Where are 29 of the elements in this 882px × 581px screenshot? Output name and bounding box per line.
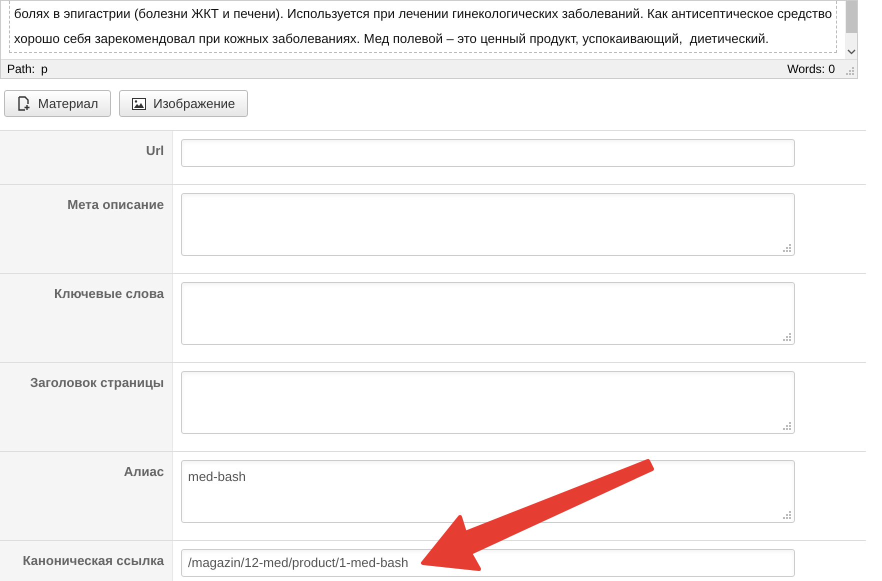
article-button[interactable]: Материал xyxy=(4,90,112,117)
text-area[interactable] xyxy=(181,371,795,434)
resize-grip-icon[interactable] xyxy=(783,422,791,430)
scroll-down-icon[interactable] xyxy=(846,49,856,55)
field-label: Каноническая ссылка xyxy=(22,552,164,570)
scrollbar[interactable] xyxy=(845,1,857,59)
resize-grip-icon[interactable] xyxy=(783,244,791,252)
text-field[interactable] xyxy=(181,139,795,167)
resize-grip-icon[interactable] xyxy=(846,67,854,75)
text-field[interactable]: /magazin/12-med/product/1-med-bash xyxy=(181,549,795,577)
field-label: Ключевые слова xyxy=(54,285,164,303)
resize-grip-icon[interactable] xyxy=(783,333,791,341)
field-label: Алиас xyxy=(124,463,164,481)
field-label: Мета описание xyxy=(67,196,164,214)
path-value: p xyxy=(41,61,48,78)
field-label: Url xyxy=(146,142,164,160)
text-area[interactable] xyxy=(181,282,795,345)
text-area[interactable] xyxy=(181,193,795,256)
word-count: Words: 0 xyxy=(787,61,835,78)
add-document-icon xyxy=(17,96,31,111)
editor-text-line: хорошо себя зарекомендовал при кожных заболеваниях. Мед полевой – это ценный продукт, успокаивающий, диетический. xyxy=(14,30,770,48)
path-label: Path: xyxy=(7,61,36,78)
resize-grip-icon[interactable] xyxy=(783,511,791,519)
text-area[interactable]: med-bash xyxy=(181,460,795,523)
image-icon xyxy=(132,98,146,110)
image-button[interactable]: Изображение xyxy=(119,90,248,117)
editor-text-line: болях в эпигастрии (болезни ЖКТ и печени). Используется при лечении гинекологических заболеваний. Как антисептическое средство xyxy=(14,5,832,23)
field-label: Заголовок страницы xyxy=(30,374,164,392)
editor-body[interactable] xyxy=(9,1,837,53)
